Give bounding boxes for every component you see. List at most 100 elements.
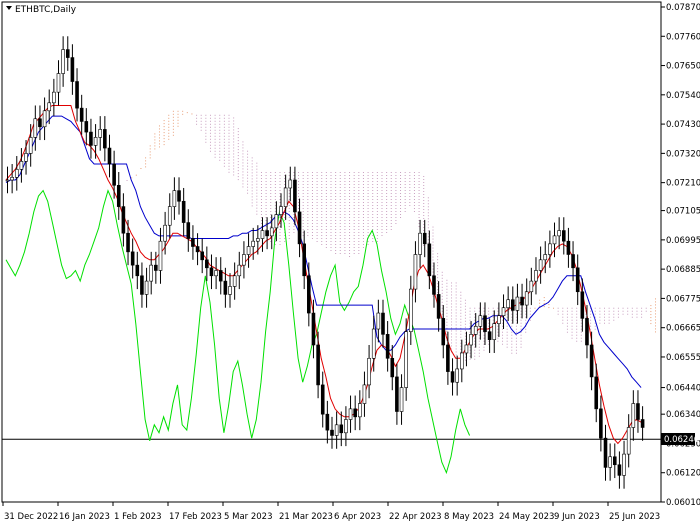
cloud-dot [251,172,253,174]
cloud-dot [362,187,364,188]
cloud-dot [400,190,402,191]
candle-body [381,312,385,335]
cloud-dot [427,239,429,241]
cloud-dot [515,337,517,339]
cloud-dot [288,178,290,179]
cloud-dot [288,226,290,227]
cloud-dot [339,178,341,179]
cloud-dot [302,199,304,200]
cloud-dot [335,211,337,212]
cloud-dot [451,312,453,314]
symbol-header[interactable]: ETHBTC,Daily [6,5,77,15]
cloud-dot [432,253,434,255]
cloud-dot [316,220,318,221]
cloud-dot [446,285,448,287]
cloud-dot [441,283,443,285]
cloud-dot [655,325,656,327]
cloud-dot [548,307,550,309]
cloud-dot [358,220,360,221]
cloud-dot [256,210,258,212]
cloud-dot [237,143,239,145]
cloud-dot [358,244,360,245]
cloud-dot [423,217,425,219]
cloud-dot [511,352,513,354]
cloud-dot [158,134,160,136]
cloud-dot [265,196,267,197]
cloud-dot [344,247,346,248]
cloud-dot [237,158,239,160]
cloud-dot [386,214,388,215]
candle-body [501,307,506,317]
cloud-dot [149,145,151,147]
cloud-dot [349,220,351,221]
cloud-dot [469,355,471,357]
cloud-dot [409,187,411,188]
cloud-dot [585,316,587,318]
chart-window[interactable]: 0.07870 0.07760 0.07650 0.07540 0.07430 0.073… [0,0,700,525]
cloud-dot [349,217,351,218]
cloud-dot [580,331,582,333]
cloud-dot [233,126,235,128]
time-axis[interactable]: 31 Dec 2022 16 Jan 2023 1 Feb 2023 17 Feb 2… [2,502,660,522]
cloud-dot [177,116,179,118]
cloud-dot [627,310,629,312]
cloud-dot [376,238,378,239]
cloud-dot [362,226,364,227]
cloud-dot [223,117,225,119]
cloud-dot [506,343,508,345]
cloud-dot [200,120,202,122]
y-tick-label: 0.06440 [666,384,700,394]
cloud-dot [172,128,174,130]
cloud-dot [566,310,568,312]
cloud-dot [367,184,369,185]
cloud-dot [325,223,327,224]
cloud-dot [349,241,351,242]
cloud-dot [237,134,239,136]
cloud-dot [381,205,383,206]
cloud-dot [260,205,262,206]
cloud-dot [362,238,364,239]
cloud-dot [427,221,429,223]
cloud-dot [455,312,457,314]
x-tick-label: 6 Apr 2023 [334,512,381,522]
cloud-dot [478,313,480,315]
cloud-dot [339,184,341,185]
cloud-dot [497,313,499,315]
candle-body [557,230,561,237]
cloud-dot [525,307,527,309]
cloud-dot [400,175,402,176]
cloud-dot [237,137,239,139]
cloud-dot [515,325,517,327]
cloud-dot [451,285,453,287]
cloud-dot [242,186,244,188]
cloud-dot [228,147,230,149]
cloud-dot [576,307,578,309]
ichimoku-chart[interactable]: 0.078700.077600.076500.075400.074300.073… [0,0,700,525]
cloud-dot [302,232,304,233]
cloud-dot [520,325,522,327]
cloud-dot [265,190,267,191]
cloud-dot [529,313,531,315]
candle-body [269,227,274,237]
cloud-dot [233,153,235,155]
cloud-dot [390,202,392,203]
cloud-dot [409,190,411,191]
cloud-dot [330,211,332,212]
candle-body [84,121,89,133]
cloud-dot [335,199,337,200]
cloud-dot [409,175,411,176]
cloud-dot [418,205,420,206]
cloud-dot [488,313,490,315]
cloud-dot [455,333,457,335]
cloud-dot [520,328,522,330]
cloud-dot [270,217,272,218]
cloud-dot [381,199,383,200]
cloud-dot [502,319,504,321]
candle-body [112,163,116,186]
cloud-dot [427,230,429,232]
cloud-dot [511,316,513,318]
price-axis[interactable]: 0.078700.077600.076500.075400.074300.073… [661,3,700,508]
cloud-dot [650,311,652,313]
cloud-dot [446,282,448,284]
cloud-dot [358,196,360,197]
